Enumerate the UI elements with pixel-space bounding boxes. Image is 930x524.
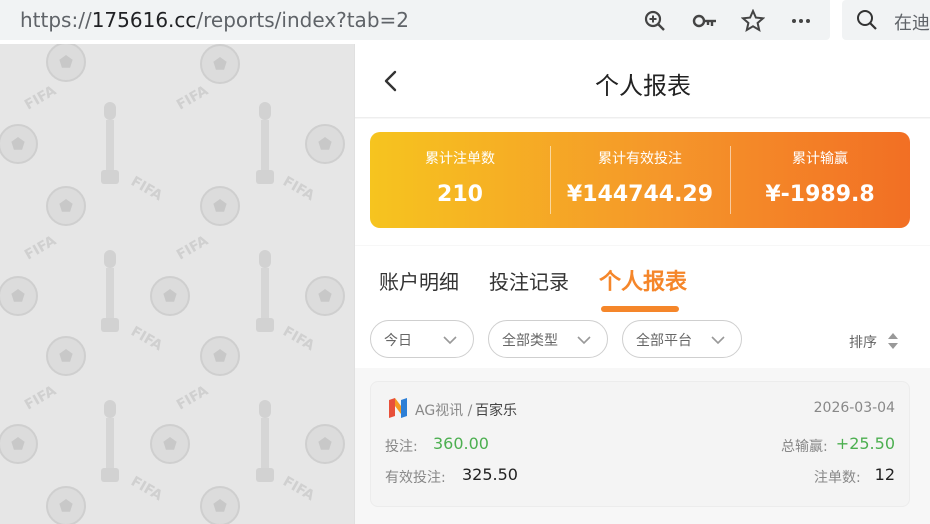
stat-total-bets: 累计注单数 210: [370, 132, 550, 228]
svg-text:FIFA: FIFA: [128, 474, 165, 505]
search-icon: [857, 10, 877, 30]
zoom-icon[interactable]: [640, 6, 670, 36]
stat-label: 累计输赢: [792, 151, 848, 167]
page-title: 个人报表: [595, 72, 691, 100]
svg-text:FIFA: FIFA: [22, 383, 59, 414]
summary-section: 累计注单数 210 累计有效投注 ¥144744.29 累计输赢 ¥-1989.…: [355, 119, 930, 245]
star-icon[interactable]: [738, 6, 768, 36]
stat-label: 累计有效投注: [598, 151, 682, 167]
date-filter[interactable]: 今日: [370, 320, 474, 358]
bet-label: 投注:: [385, 439, 418, 455]
page-header: 个人报表: [355, 44, 930, 118]
valid-bet-label: 有效投注:: [385, 470, 446, 486]
count-label: 注单数:: [814, 470, 861, 486]
svg-text:FIFA: FIFA: [280, 474, 317, 505]
filter-label: 今日: [384, 333, 412, 349]
tab-personal-report[interactable]: 个人报表: [599, 264, 687, 296]
address-bar[interactable]: https://175616.cc/reports/index?tab=2: [0, 0, 830, 40]
filter-label: 全部类型: [502, 333, 558, 349]
url-scheme: https://: [20, 8, 92, 32]
svg-text:FIFA: FIFA: [128, 324, 165, 355]
stat-value: ¥144744.29: [566, 182, 714, 207]
fifa-pattern-icon: FIFA FIFA FIFA FIFA FIFA FIFA FIFA FIFA …: [0, 44, 345, 524]
type-filter[interactable]: 全部类型: [488, 320, 608, 358]
platform-name: AG视讯 /: [415, 403, 473, 419]
url-path: /reports/index?tab=2: [196, 8, 409, 32]
chevron-down-icon: [577, 336, 591, 345]
report-page: 个人报表 累计注单数 210 累计有效投注 ¥144744.29 累计输赢 ¥-…: [354, 44, 930, 524]
svg-text:FIFA: FIFA: [174, 383, 211, 414]
chevron-down-icon: [711, 336, 725, 345]
filter-label: 全部平台: [636, 333, 692, 349]
filter-bar: 今日 全部类型 全部平台 排序: [355, 318, 930, 368]
active-tab-indicator: [601, 306, 679, 312]
stat-label: 累计注单数: [425, 151, 495, 167]
url-text[interactable]: https://175616.cc/reports/index?tab=2: [20, 8, 409, 32]
platform-filter[interactable]: 全部平台: [622, 320, 742, 358]
bet-value: 360.00: [433, 434, 489, 453]
browser-search-box[interactable]: 在迪: [842, 0, 930, 40]
stat-value: ¥-1989.8: [765, 182, 875, 207]
search-placeholder: 在迪: [894, 13, 930, 34]
svg-text:FIFA: FIFA: [174, 233, 211, 264]
tab-account-details[interactable]: 账户明细: [379, 266, 459, 295]
record-date: 2026-03-04: [813, 400, 895, 416]
svg-text:FIFA: FIFA: [128, 174, 165, 205]
svg-text:FIFA: FIFA: [22, 83, 59, 114]
svg-text:FIFA: FIFA: [280, 174, 317, 205]
svg-text:FIFA: FIFA: [280, 324, 317, 355]
background-pattern: FIFA FIFA FIFA FIFA FIFA FIFA FIFA FIFA …: [0, 44, 354, 524]
sort-button[interactable]: 排序: [849, 332, 877, 352]
svg-text:FIFA: FIFA: [174, 83, 211, 114]
browser-toolbar: https://175616.cc/reports/index?tab=2 在迪: [0, 0, 930, 44]
chevron-down-icon: [443, 336, 457, 345]
summary-card: 累计注单数 210 累计有效投注 ¥144744.29 累计输赢 ¥-1989.…: [370, 132, 910, 228]
list-item[interactable]: AG视讯 / 百家乐 2026-03-04 投注: 360.00 总输赢: +2…: [370, 381, 910, 507]
count-value: 12: [874, 465, 895, 484]
sort-arrows-icon[interactable]: [887, 330, 899, 352]
win-value: +25.50: [835, 434, 895, 453]
svg-text:FIFA: FIFA: [22, 233, 59, 264]
stat-win-loss: 累计输赢 ¥-1989.8: [730, 132, 910, 228]
tab-bar: 账户明细 投注记录 个人报表: [355, 246, 930, 318]
tab-bet-records[interactable]: 投注记录: [489, 266, 569, 295]
key-icon[interactable]: [690, 6, 720, 36]
stat-valid-bets: 累计有效投注 ¥144744.29: [550, 132, 730, 228]
win-label: 总输赢:: [781, 439, 828, 455]
valid-bet-value: 325.50: [462, 465, 518, 484]
stat-value: 210: [437, 182, 483, 207]
more-icon[interactable]: [786, 6, 816, 36]
game-name: 百家乐: [475, 403, 517, 419]
ag-logo-icon: [389, 398, 407, 418]
url-host: 175616.cc: [91, 8, 197, 32]
